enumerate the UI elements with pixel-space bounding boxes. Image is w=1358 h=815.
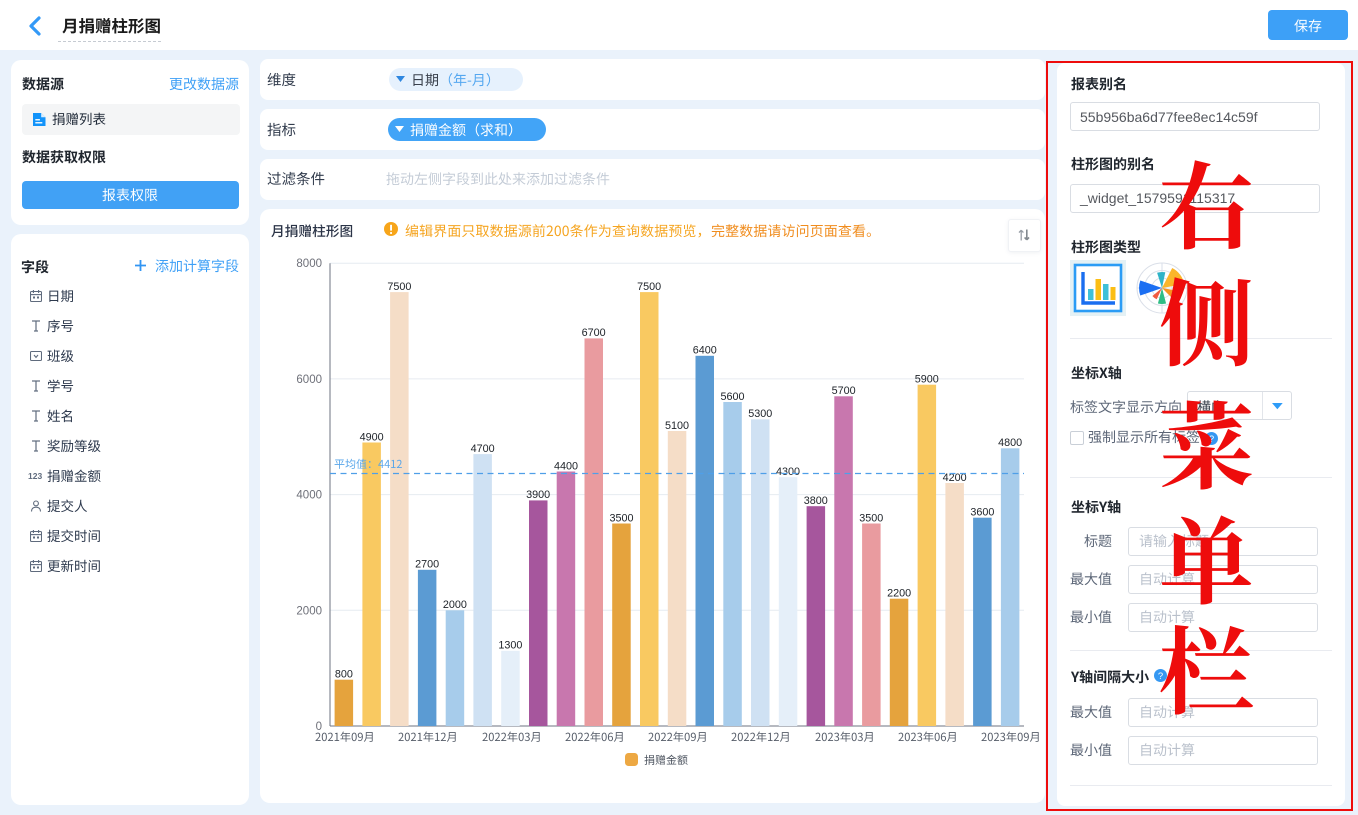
svg-text:3800: 3800 bbox=[804, 495, 828, 507]
svg-text:4900: 4900 bbox=[360, 431, 384, 443]
svg-text:6400: 6400 bbox=[693, 345, 717, 357]
svg-text:1300: 1300 bbox=[498, 640, 522, 652]
svg-text:3900: 3900 bbox=[526, 489, 550, 501]
svg-text:4400: 4400 bbox=[554, 460, 578, 472]
svg-text:3500: 3500 bbox=[859, 512, 883, 524]
svg-text:2700: 2700 bbox=[415, 559, 439, 571]
svg-text:3600: 3600 bbox=[970, 507, 994, 519]
svg-text:6000: 6000 bbox=[296, 374, 322, 386]
svg-text:4300: 4300 bbox=[776, 466, 800, 478]
svg-text:4800: 4800 bbox=[998, 437, 1022, 449]
svg-text:0: 0 bbox=[316, 721, 322, 733]
svg-text:6700: 6700 bbox=[582, 327, 606, 339]
svg-text:4000: 4000 bbox=[296, 490, 322, 502]
svg-text:5600: 5600 bbox=[720, 391, 744, 403]
svg-text:8000: 8000 bbox=[296, 258, 322, 270]
svg-text:800: 800 bbox=[335, 669, 353, 681]
svg-text:7500: 7500 bbox=[637, 281, 661, 293]
svg-text:5700: 5700 bbox=[832, 385, 856, 397]
svg-text:2200: 2200 bbox=[887, 588, 911, 600]
svg-text:2000: 2000 bbox=[296, 605, 322, 617]
svg-text:5100: 5100 bbox=[665, 420, 689, 432]
svg-text:2000: 2000 bbox=[443, 599, 467, 611]
svg-text:7500: 7500 bbox=[387, 281, 411, 293]
svg-text:5900: 5900 bbox=[915, 374, 939, 386]
svg-text:3500: 3500 bbox=[609, 512, 633, 524]
svg-text:5300: 5300 bbox=[748, 408, 772, 420]
svg-text:4700: 4700 bbox=[471, 443, 495, 455]
